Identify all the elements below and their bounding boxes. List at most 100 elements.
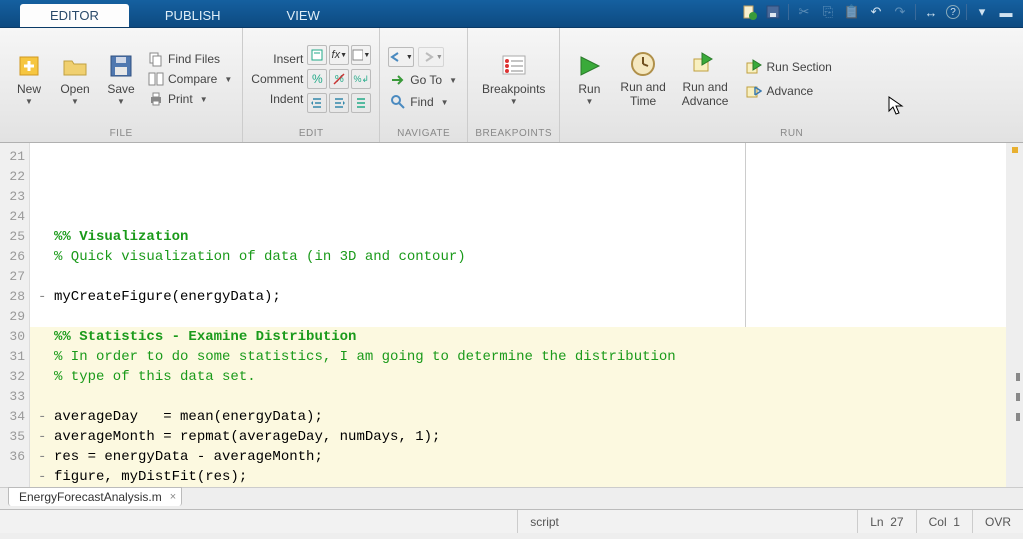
code-analyzer-indicator-icon[interactable]: [1012, 147, 1018, 153]
code-line[interactable]: %% Visualization: [30, 227, 1023, 247]
file-mini-stack: Find Files Compare▼ Print▼: [146, 50, 234, 108]
quick-access-toolbar: ✂ ⎘ 📋 ↶ ↷ ↔ ? ▾ ▬: [740, 3, 1015, 21]
group-edit: Insert Comment Indent fx▼ ▼ % % %↲: [243, 28, 380, 142]
goto-button[interactable]: Go To▼: [388, 71, 459, 89]
qa-minimize-icon[interactable]: ▬: [997, 3, 1015, 21]
code-line[interactable]: -res = energyData - averageMonth;: [30, 447, 1023, 467]
group-label-navigate: NAVIGATE: [380, 126, 467, 142]
code-pane[interactable]: %% Visualization% Quick visualization of…: [30, 143, 1023, 487]
file-tab[interactable]: EnergyForecastAnalysis.m ×: [8, 487, 182, 506]
code-line[interactable]: [30, 267, 1023, 287]
run-section-button[interactable]: Run Section: [744, 58, 833, 76]
executable-dash-icon: -: [38, 467, 46, 487]
status-col: Col 1: [916, 510, 972, 533]
code-line[interactable]: [30, 207, 1023, 227]
qa-separator: [788, 4, 789, 20]
run-and-time-button[interactable]: Run and Time: [614, 48, 671, 111]
open-folder-icon: [62, 53, 88, 79]
find-button[interactable]: Find▼: [388, 93, 459, 111]
qa-copy-icon[interactable]: ⎘: [819, 3, 837, 21]
qa-overflow-icon[interactable]: ▾: [973, 3, 991, 21]
uncomment-button[interactable]: %: [329, 69, 349, 89]
group-label-edit: EDIT: [243, 126, 379, 142]
forward-button[interactable]: ▼: [418, 47, 444, 67]
qa-save-icon[interactable]: [764, 3, 782, 21]
ribbon: New▼ Open▼ Save▼ Find Files Compare▼: [0, 28, 1023, 143]
group-label-breakpoints: BREAKPOINTS: [468, 126, 559, 142]
find-files-button[interactable]: Find Files: [146, 50, 234, 68]
code-line[interactable]: % In order to do some statistics, I am g…: [30, 347, 1023, 367]
code-line[interactable]: -averageMonth = repmat(averageDay, numDa…: [30, 427, 1023, 447]
breakpoints-button[interactable]: Breakpoints▼: [476, 50, 551, 109]
run-advance-icon: [692, 51, 718, 77]
code-marker-icon[interactable]: [1016, 373, 1020, 381]
group-label-file: FILE: [0, 126, 242, 142]
tab-view[interactable]: VIEW: [257, 4, 350, 27]
code-line[interactable]: -figure, myDistFit(res);: [30, 467, 1023, 487]
code-line[interactable]: [30, 307, 1023, 327]
goto-icon: [390, 72, 406, 88]
outdent-button[interactable]: [329, 93, 349, 113]
insert-more-button[interactable]: ▼: [351, 45, 371, 65]
edit-labels: Insert Comment Indent: [251, 52, 303, 106]
insert-section-button[interactable]: [307, 45, 327, 65]
run-and-advance-button[interactable]: Run and Advance: [676, 48, 735, 111]
indent-row: [307, 93, 371, 113]
qa-cut-icon[interactable]: ✂: [795, 3, 813, 21]
save-button[interactable]: Save▼: [100, 50, 142, 109]
print-button[interactable]: Print▼: [146, 90, 234, 108]
wrap-comment-button[interactable]: %↲: [351, 69, 371, 89]
compare-button[interactable]: Compare▼: [146, 70, 234, 88]
qa-redo-icon[interactable]: ↷: [891, 3, 909, 21]
comment-button[interactable]: %: [307, 69, 327, 89]
qa-paste-icon[interactable]: 📋: [843, 3, 861, 21]
status-ovr: OVR: [972, 510, 1023, 533]
indent-button[interactable]: [307, 93, 327, 113]
run-play-icon: [576, 53, 602, 79]
executable-dash-icon: -: [38, 287, 46, 307]
navigate-stack: ▼ ▼ Go To▼ Find▼: [388, 47, 459, 111]
new-icon: [16, 53, 42, 79]
insert-row: fx▼ ▼: [307, 45, 371, 65]
nav-arrows: ▼ ▼: [388, 47, 459, 67]
code-marker-icon[interactable]: [1016, 413, 1020, 421]
tab-editor[interactable]: EDITOR: [20, 4, 129, 27]
advance-icon: [746, 83, 762, 99]
find-files-icon: [148, 51, 164, 67]
tab-row: EDITOR PUBLISH VIEW: [0, 0, 350, 27]
vertical-scrollbar[interactable]: [1006, 143, 1023, 487]
back-button[interactable]: ▼: [388, 47, 414, 67]
code-line[interactable]: % Quick visualization of data (in 3D and…: [30, 247, 1023, 267]
comment-row: % % %↲: [307, 69, 371, 89]
code-line[interactable]: [30, 387, 1023, 407]
code-line[interactable]: % type of this data set.: [30, 367, 1023, 387]
code-line[interactable]: %% Statistics - Examine Distribution: [30, 327, 1023, 347]
clock-icon: [630, 51, 656, 77]
print-icon: [148, 91, 164, 107]
file-tab-bar: EnergyForecastAnalysis.m ×: [0, 487, 1023, 509]
qa-undo-icon[interactable]: ↶: [867, 3, 885, 21]
toolstrip-tabbar: EDITOR PUBLISH VIEW ✂ ⎘ 📋 ↶ ↷ ↔ ? ▾ ▬: [0, 0, 1023, 28]
qa-switch-icon[interactable]: ↔: [922, 3, 940, 21]
code-editor[interactable]: 21222324252627282930313233343536 %% Visu…: [0, 143, 1023, 487]
find-icon: [390, 94, 406, 110]
tab-publish[interactable]: PUBLISH: [135, 4, 251, 27]
smart-indent-button[interactable]: [351, 93, 371, 113]
new-button[interactable]: New▼: [8, 50, 50, 109]
line-gutter[interactable]: 21222324252627282930313233343536: [0, 143, 30, 487]
qa-help-icon[interactable]: ?: [946, 5, 960, 19]
code-line[interactable]: -averageDay = mean(energyData);: [30, 407, 1023, 427]
edit-icons: fx▼ ▼ % % %↲: [307, 45, 371, 113]
run-button[interactable]: Run▼: [568, 50, 610, 109]
executable-dash-icon: -: [38, 427, 46, 447]
code-line[interactable]: -myCreateFigure(energyData);: [30, 287, 1023, 307]
qa-file-icon[interactable]: [740, 3, 758, 21]
insert-fx-button[interactable]: fx▼: [329, 45, 349, 65]
comment-label: Comment: [251, 72, 303, 86]
code-marker-icon[interactable]: [1016, 393, 1020, 401]
open-button[interactable]: Open▼: [54, 50, 96, 109]
close-icon[interactable]: ×: [170, 491, 176, 503]
run-mini-stack: Run Section Advance: [744, 58, 833, 100]
executable-dash-icon: -: [38, 447, 46, 467]
advance-button[interactable]: Advance: [744, 82, 833, 100]
